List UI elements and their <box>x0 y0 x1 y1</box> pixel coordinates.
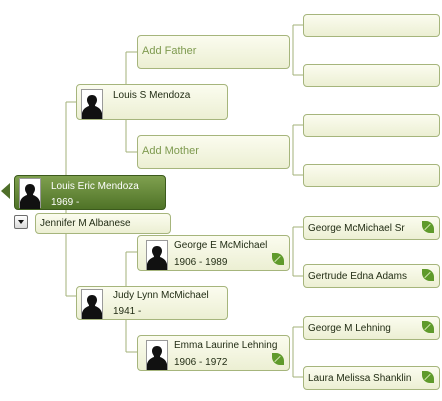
maternal-grandmother-dates: 1906 - 1972 <box>174 357 228 368</box>
leaf-hint-icon[interactable] <box>422 269 434 281</box>
person-silhouette-icon <box>146 240 168 270</box>
spouse-name: Jennifer M Albanese <box>40 218 131 229</box>
navigate-back-arrow-icon[interactable] <box>1 183 10 199</box>
father-card[interactable]: Louis S Mendoza <box>76 84 228 120</box>
person-silhouette-icon <box>19 178 41 209</box>
leaf-hint-icon[interactable] <box>422 321 434 333</box>
mother-dates: 1941 - <box>113 306 142 317</box>
add-mother-label: Add Mother <box>142 145 199 157</box>
leaf-hint-icon[interactable] <box>422 221 434 233</box>
maternal-grandfather-card[interactable]: George E McMichael 1906 - 1989 <box>137 235 290 271</box>
maternal-grandfather-name: George E McMichael <box>174 240 268 251</box>
great-grandparent-card[interactable]: Laura Melissa Shanklin <box>303 366 440 390</box>
mother-name: Judy Lynn McMichael <box>113 290 209 301</box>
maternal-grandfather-dates: 1906 - 1989 <box>174 257 228 268</box>
spouse-dropdown-button[interactable] <box>14 215 28 229</box>
great-grandparent-name: George McMichael Sr <box>308 223 405 234</box>
great-grandparent-name: George M Lehning <box>308 323 391 334</box>
add-father-label: Add Father <box>142 45 197 57</box>
root-person-card[interactable]: Louis Eric Mendoza 1969 - <box>14 175 166 210</box>
add-mother-button[interactable]: Add Mother <box>137 135 290 169</box>
leaf-hint-icon[interactable] <box>272 253 284 265</box>
great-grandparent-card-empty[interactable] <box>303 164 440 187</box>
leaf-hint-icon[interactable] <box>272 353 284 365</box>
add-father-button[interactable]: Add Father <box>137 35 290 69</box>
person-silhouette-icon <box>146 340 168 370</box>
great-grandparent-card[interactable]: Gertrude Edna Adams <box>303 264 440 288</box>
mother-card[interactable]: Judy Lynn McMichael 1941 - <box>76 286 228 320</box>
maternal-grandmother-card[interactable]: Emma Laurine Lehning 1906 - 1972 <box>137 335 290 371</box>
great-grandparent-name: Laura Melissa Shanklin <box>308 373 412 384</box>
great-grandparent-card-empty[interactable] <box>303 114 440 137</box>
maternal-grandmother-name: Emma Laurine Lehning <box>174 340 278 351</box>
great-grandparent-card-empty[interactable] <box>303 64 440 87</box>
person-silhouette-icon <box>81 289 103 319</box>
great-grandparent-card[interactable]: George M Lehning <box>303 316 440 340</box>
root-person-dates: 1969 - <box>51 197 80 208</box>
spouse-card[interactable]: Jennifer M Albanese <box>35 213 171 234</box>
person-silhouette-icon <box>81 89 103 119</box>
father-name: Louis S Mendoza <box>113 90 191 101</box>
great-grandparent-name: Gertrude Edna Adams <box>308 271 407 282</box>
great-grandparent-card[interactable]: George McMichael Sr <box>303 216 440 240</box>
leaf-hint-icon[interactable] <box>422 371 434 383</box>
great-grandparent-card-empty[interactable] <box>303 14 440 37</box>
root-person-name: Louis Eric Mendoza <box>51 181 139 192</box>
